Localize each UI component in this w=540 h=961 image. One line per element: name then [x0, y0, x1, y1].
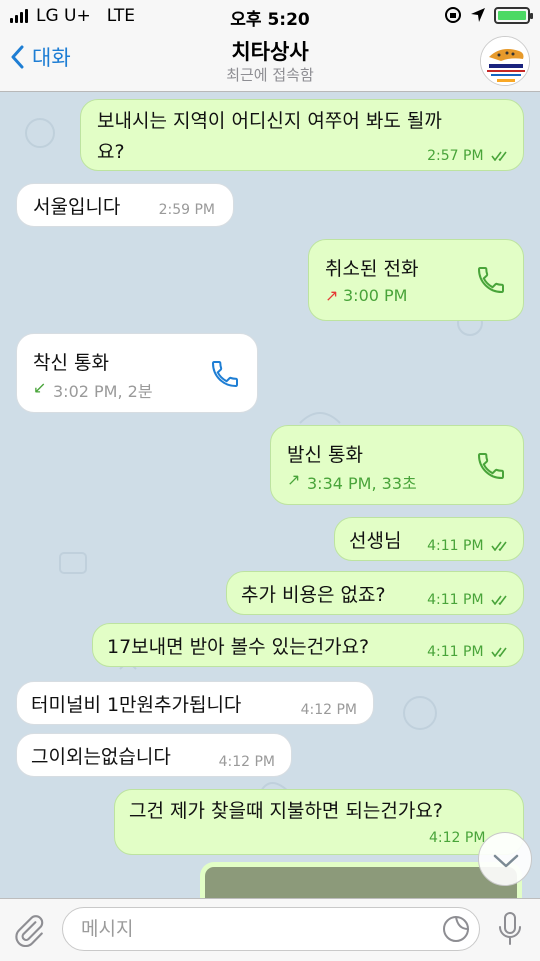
message-incoming[interactable]: 그이외는없습니다 4:12 PM	[16, 733, 292, 777]
status-bar: LG U+ LTE 오후 5:20	[0, 0, 540, 32]
sticker-icon[interactable]	[442, 915, 470, 943]
outgoing-call-arrow-icon: ↗	[287, 470, 301, 489]
battery-icon	[494, 6, 533, 24]
call-message-outgoing[interactable]: 취소된 전화 ↗ 3:00 PM	[308, 239, 524, 321]
phone-icon[interactable]	[475, 450, 507, 482]
composer-bar	[0, 898, 540, 961]
message-outgoing[interactable]: 17보내면 받아 볼수 있는건가요? 4:11 PM	[92, 623, 524, 667]
phone-icon[interactable]	[209, 358, 241, 390]
message-incoming[interactable]: 터미널비 1만원추가됩니다 4:12 PM	[16, 681, 374, 725]
call-detail: 3:00 PM	[343, 286, 408, 305]
message-text: 17보내면 받아 볼수 있는건가요?	[107, 636, 370, 658]
message-time: 4:11 PM	[427, 644, 484, 660]
message-outgoing[interactable]: 추가 비용은 없죠? 4:11 PM	[226, 571, 524, 615]
message-time: 4:11 PM	[427, 538, 484, 554]
message-text: 터미널비 1만원추가됩니다	[31, 694, 242, 716]
message-outgoing[interactable]: 그건 제가 찾을때 지불하면 되는건가요? 4:12 PM	[114, 789, 524, 855]
paperclip-icon[interactable]	[12, 913, 46, 947]
message-outgoing[interactable]: 선생님 4:11 PM	[334, 517, 524, 561]
message-text: 그건 제가 찾을때 지불하면 되는건가요?	[129, 800, 443, 822]
message-text: 추가 비용은 없죠?	[241, 584, 386, 606]
message-text: 요?	[97, 141, 125, 163]
message-text: 그이외는없습니다	[31, 746, 171, 768]
call-detail: 3:34 PM, 33초	[307, 474, 417, 493]
last-seen-status: 최근에 접속함	[226, 66, 314, 84]
orientation-lock-icon	[445, 7, 461, 23]
call-detail: 3:02 PM, 2분	[53, 382, 153, 401]
chat-header: 대화 치타상사 최근에 접속함	[0, 32, 540, 92]
location-arrow-icon	[471, 8, 485, 22]
message-list[interactable]: 보내시는 지역이 어디신지 여쭈어 봐도 될까 요? 2:57 PM 서울입니다…	[0, 93, 540, 898]
cheetah-logo-icon[interactable]	[480, 36, 530, 86]
photo-message-preview[interactable]	[200, 862, 522, 902]
read-receipt-icon	[491, 595, 507, 605]
message-time: 4:11 PM	[427, 592, 484, 608]
call-message-incoming[interactable]: 착신 통화 ↙ 3:02 PM, 2분	[16, 333, 258, 413]
call-message-outgoing[interactable]: 발신 통화 ↗ 3:34 PM, 33초	[270, 425, 524, 505]
read-receipt-icon	[491, 151, 507, 161]
incoming-call-arrow-icon: ↙	[33, 378, 47, 397]
read-receipt-icon	[491, 647, 507, 657]
read-receipt-icon	[491, 541, 507, 551]
call-title: 발신 통화	[287, 444, 363, 466]
missed-call-arrow-icon: ↗	[325, 286, 339, 305]
message-incoming[interactable]: 서울입니다 2:59 PM	[16, 183, 234, 227]
phone-icon[interactable]	[475, 264, 507, 296]
message-input[interactable]	[62, 907, 480, 951]
message-outgoing[interactable]: 보내시는 지역이 어디신지 여쭈어 봐도 될까 요? 2:57 PM	[80, 99, 524, 171]
message-text: 선생님	[349, 530, 402, 552]
message-time: 2:57 PM	[427, 148, 484, 164]
message-text: 보내시는 지역이 어디신지 여쭈어 봐도 될까	[97, 110, 442, 132]
message-time: 4:12 PM	[218, 754, 275, 770]
message-time: 2:59 PM	[158, 202, 215, 218]
chat-title: 치타상사	[231, 40, 309, 64]
chevron-down-icon	[493, 854, 519, 868]
call-title: 취소된 전화	[325, 258, 419, 280]
microphone-icon[interactable]	[496, 911, 524, 947]
message-time: 4:12 PM	[300, 702, 357, 718]
scroll-to-bottom-button[interactable]	[478, 832, 532, 886]
call-title: 착신 통화	[33, 352, 109, 374]
message-time: 4:12 PM	[429, 830, 486, 846]
message-text: 서울입니다	[33, 196, 121, 218]
